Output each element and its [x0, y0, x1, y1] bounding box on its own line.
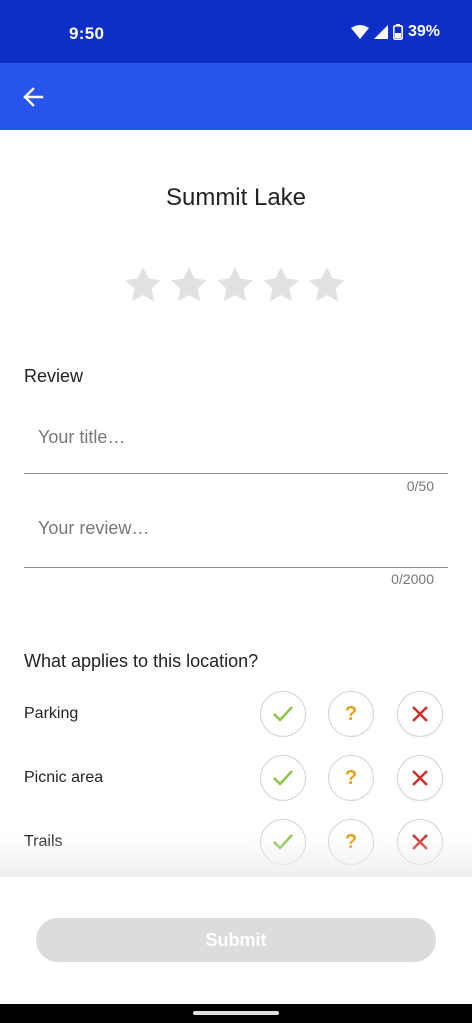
signal-icon — [373, 25, 388, 39]
close-icon — [412, 706, 428, 722]
star-icon[interactable] — [122, 264, 164, 306]
battery-icon — [392, 24, 403, 40]
wifi-icon — [350, 25, 369, 39]
system-nav-bar — [0, 1004, 472, 1023]
review-counter: 0/2000 — [391, 571, 434, 587]
star-icon[interactable] — [214, 264, 256, 306]
submit-button[interactable]: Submit — [36, 918, 436, 962]
close-icon — [412, 770, 428, 786]
maybe-button[interactable]: ? — [328, 819, 374, 865]
question-mark-icon: ? — [344, 766, 358, 789]
check-icon — [273, 770, 293, 786]
battery-percent: 39% — [407, 23, 440, 40]
review-input[interactable] — [24, 510, 448, 550]
back-button[interactable] — [16, 80, 50, 114]
question-mark-icon: ? — [344, 702, 358, 725]
close-icon — [412, 834, 428, 850]
review-field[interactable] — [24, 510, 448, 568]
no-button[interactable] — [397, 755, 443, 801]
no-button[interactable] — [397, 691, 443, 737]
yes-button[interactable] — [260, 691, 306, 737]
yes-button[interactable] — [260, 819, 306, 865]
amenity-row: Picnic area ? — [0, 755, 472, 803]
app-bar — [0, 63, 472, 130]
star-icon[interactable] — [260, 264, 302, 306]
check-icon — [273, 834, 293, 850]
maybe-button[interactable]: ? — [328, 755, 374, 801]
arrow-left-icon — [23, 87, 44, 107]
yes-button[interactable] — [260, 755, 306, 801]
title-input[interactable] — [24, 417, 448, 457]
question-mark-icon: ? — [344, 830, 358, 853]
status-time: 9:50 — [69, 24, 105, 43]
star-icon[interactable] — [306, 264, 348, 306]
review-form: Summit Lake Review 0/50 0/2000 What appl… — [0, 130, 472, 877]
home-handle[interactable] — [193, 1011, 279, 1015]
no-button[interactable] — [397, 819, 443, 865]
status-icons: 39% — [350, 23, 440, 41]
amenity-row: Parking ? — [0, 691, 472, 739]
amenity-label: Trails — [24, 833, 63, 850]
title-field[interactable] — [24, 417, 448, 474]
review-label: Review — [24, 366, 84, 386]
star-icon[interactable] — [168, 264, 210, 306]
amenity-label: Picnic area — [24, 769, 104, 786]
status-bar: 9:50 39% — [0, 0, 472, 63]
amenities-heading: What applies to this location? — [24, 651, 259, 671]
bottom-panel: Submit — [0, 877, 472, 1004]
maybe-button[interactable]: ? — [328, 691, 374, 737]
page-title: Summit Lake — [165, 184, 307, 211]
title-counter: 0/50 — [406, 478, 434, 494]
amenity-row: Trails ? — [0, 819, 472, 867]
amenity-label: Parking — [24, 705, 79, 722]
check-icon — [273, 706, 293, 722]
star-rating[interactable] — [122, 264, 348, 306]
